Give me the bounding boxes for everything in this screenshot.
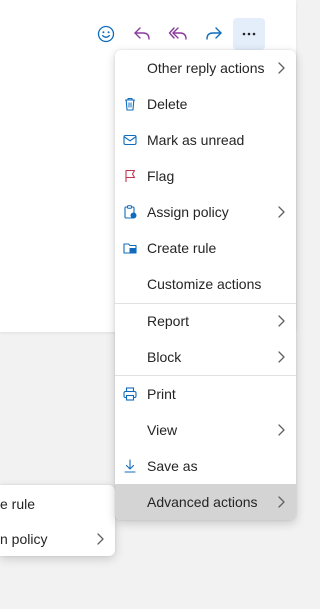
menu-item-label: Customize actions <box>147 276 262 292</box>
emoji-reaction-button[interactable] <box>90 18 122 50</box>
more-horizontal-icon <box>242 32 256 36</box>
advanced-actions-submenu: e rule n policy <box>0 485 115 556</box>
submenu-item-create-rule[interactable]: e rule <box>0 486 115 522</box>
menu-item-block[interactable]: Block <box>115 339 296 375</box>
policy-icon <box>122 204 138 220</box>
menu-item-other-reply-actions[interactable]: Other reply actions <box>115 50 296 86</box>
forward-button[interactable] <box>198 18 230 50</box>
menu-item-report[interactable]: Report <box>115 303 296 339</box>
print-icon <box>122 386 138 402</box>
envelope-icon <box>122 132 138 148</box>
menu-item-advanced-actions[interactable]: Advanced actions <box>115 484 296 520</box>
menu-item-delete[interactable]: Delete <box>115 86 296 122</box>
menu-item-assign-policy[interactable]: Assign policy <box>115 194 296 230</box>
flag-icon <box>122 168 138 184</box>
more-actions-menu: Other reply actions Delete Mark as unrea… <box>115 50 296 520</box>
reply-icon <box>134 27 150 40</box>
menu-item-label: Save as <box>147 458 198 474</box>
menu-item-flag[interactable]: Flag <box>115 158 296 194</box>
download-icon <box>122 458 138 474</box>
chevron-right-icon <box>278 206 285 218</box>
menu-item-label: Delete <box>147 96 188 112</box>
menu-item-label: Print <box>147 386 176 402</box>
folder-rule-icon <box>122 240 138 256</box>
menu-item-label: Report <box>147 313 190 329</box>
submenu-item-label: e rule <box>0 496 36 512</box>
menu-item-view[interactable]: View <box>115 412 296 448</box>
more-actions-button[interactable] <box>233 18 265 50</box>
reply-all-icon <box>168 27 187 40</box>
chevron-right-icon <box>278 424 285 436</box>
menu-item-label: Create rule <box>147 240 217 256</box>
menu-item-label: View <box>147 422 178 438</box>
menu-item-mark-as-unread[interactable]: Mark as unread <box>115 122 296 158</box>
menu-item-label: Other reply actions <box>147 60 265 76</box>
reply-all-button[interactable] <box>162 18 194 50</box>
forward-icon <box>206 27 222 40</box>
menu-item-label: Mark as unread <box>147 132 245 148</box>
chevron-right-icon <box>278 351 285 363</box>
chevron-right-icon <box>278 496 285 508</box>
menu-item-customize-actions[interactable]: Customize actions <box>115 266 296 302</box>
chevron-right-icon <box>97 533 104 545</box>
menu-item-label: Flag <box>147 168 175 184</box>
chevron-right-icon <box>278 62 285 74</box>
menu-item-save-as[interactable]: Save as <box>115 448 296 484</box>
submenu-item-assign-policy[interactable]: n policy <box>0 521 115 556</box>
menu-item-label: Advanced actions <box>147 494 258 510</box>
submenu-item-label: n policy <box>0 531 48 547</box>
smile-icon <box>97 25 115 43</box>
menu-item-label: Assign policy <box>147 204 229 220</box>
reply-button[interactable] <box>126 18 158 50</box>
menu-item-label: Block <box>147 349 182 365</box>
menu-item-create-rule[interactable]: Create rule <box>115 230 296 266</box>
chevron-right-icon <box>278 315 285 327</box>
delete-icon <box>122 96 138 112</box>
menu-item-print[interactable]: Print <box>115 376 296 412</box>
